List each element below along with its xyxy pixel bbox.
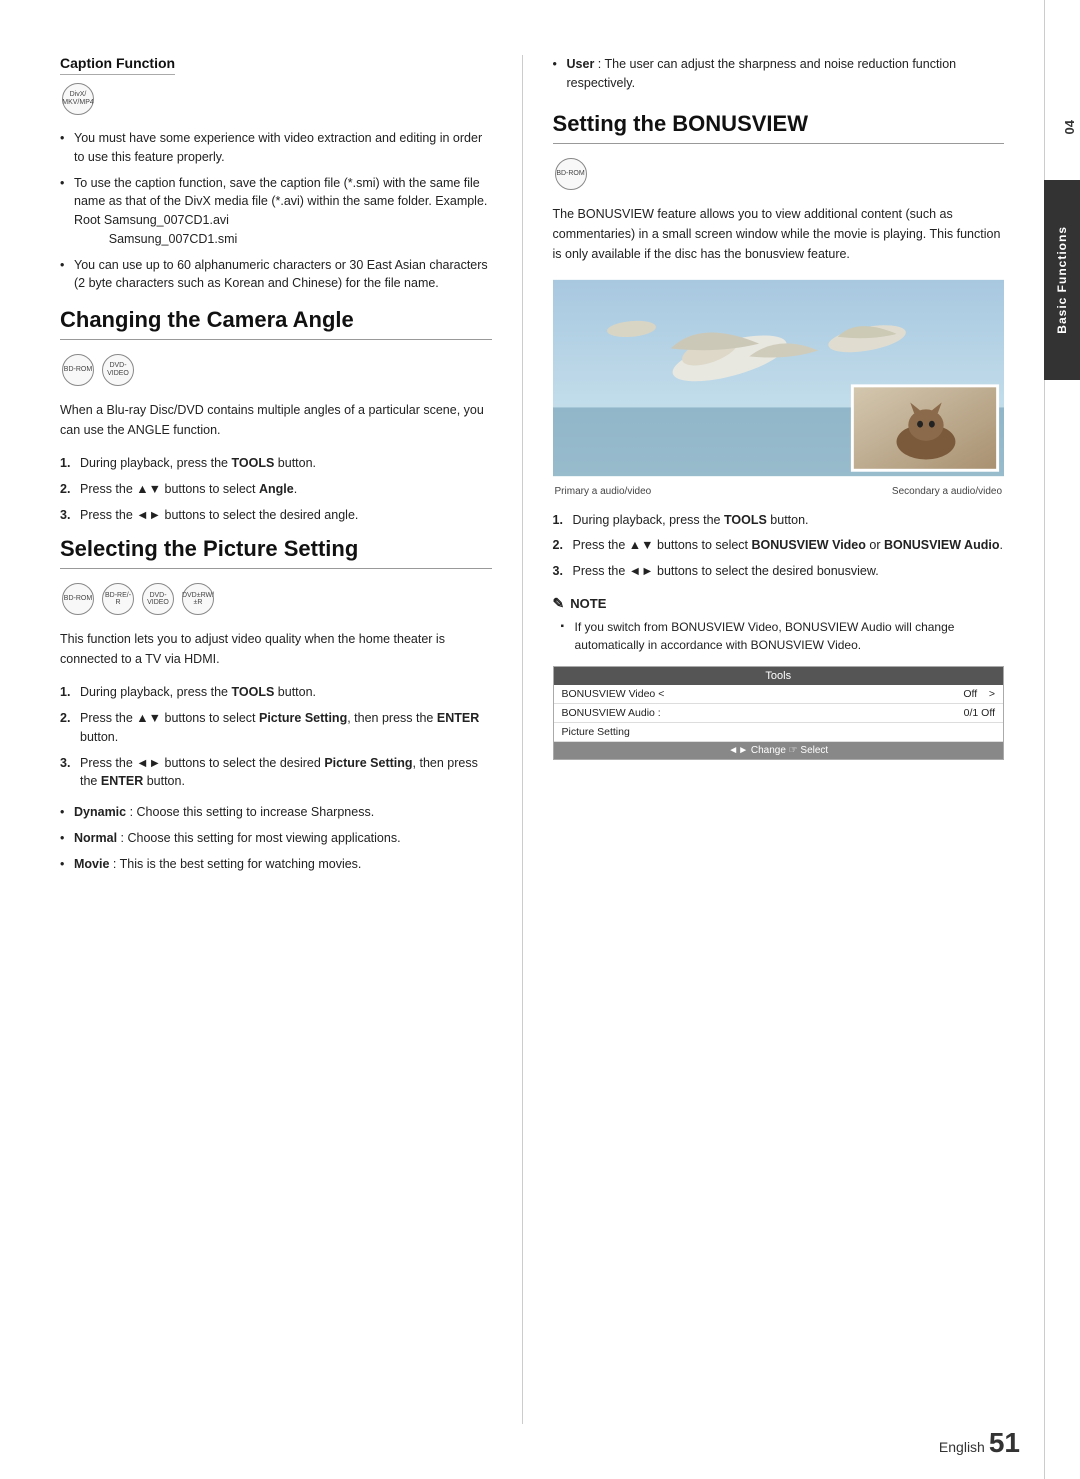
bonusview-svg: [553, 278, 1004, 478]
bonusview-step-3: 3.Press the ◄► buttons to select the des…: [553, 562, 1004, 581]
dvd-rw-icon: DVD±RW/±R: [182, 583, 214, 615]
caption-bullet-list: You must have some experience with video…: [60, 129, 492, 293]
tools-table: Tools BONUSVIEW Video < Off > BONUSVIEW …: [553, 666, 1004, 760]
side-tab: 04 Basic Functions: [1044, 0, 1080, 1479]
bonusview-caption-row: Primary a audio/video Secondary a audio/…: [553, 486, 1004, 497]
tools-table-header: Tools: [554, 667, 1003, 685]
caption-title: Caption Function: [60, 55, 175, 75]
tools-row-2: BONUSVIEW Audio : 0/1 Off: [554, 704, 1003, 723]
camera-angle-step-1: 1.During playback, press the TOOLS butto…: [60, 454, 492, 473]
page-footer: English51: [939, 1427, 1020, 1459]
secondary-caption: Secondary a audio/video: [892, 486, 1002, 497]
caption-bullet-2: To use the caption function, save the ca…: [60, 174, 492, 249]
bonusview-steps: 1.During playback, press the TOOLS butto…: [553, 511, 1004, 581]
caption-section: Caption Function DivX/MKV/MP4 You must h…: [60, 55, 492, 293]
dvd-video-icon-1: DVD-VIDEO: [102, 354, 134, 386]
tools-row-1-left: BONUSVIEW Video <: [562, 688, 665, 700]
right-column: User : The user can adjust the sharpness…: [523, 0, 1044, 1479]
note-item-1: If you switch from BONUSVIEW Video, BONU…: [561, 618, 1004, 654]
tools-row-3: Picture Setting: [554, 723, 1003, 742]
camera-angle-step-3: 3.Press the ◄► buttons to select the des…: [60, 506, 492, 525]
primary-caption: Primary a audio/video: [555, 486, 652, 497]
camera-angle-section: Changing the Camera Angle BD-ROM DVD-VID…: [60, 307, 492, 524]
picture-sub-user: User : The user can adjust the sharpness…: [553, 55, 1004, 93]
bdre-icon: BD-RE/-R: [102, 583, 134, 615]
camera-angle-body: When a Blu-ray Disc/DVD contains multipl…: [60, 400, 492, 440]
page-number: 51: [989, 1427, 1020, 1458]
tools-row-1-right: Off >: [963, 688, 995, 700]
bonusview-step-2: 2.Press the ▲▼ buttons to select BONUSVI…: [553, 536, 1004, 555]
tools-row-3-left: Picture Setting: [562, 726, 630, 738]
caption-bullet-3: You can use up to 60 alphanumeric charac…: [60, 256, 492, 294]
note-list: If you switch from BONUSVIEW Video, BONU…: [561, 618, 1004, 654]
tools-row-1: BONUSVIEW Video < Off >: [554, 685, 1003, 704]
dvd-video-icon-2: DVD-VIDEO: [142, 583, 174, 615]
picture-setting-title: Selecting the Picture Setting: [60, 536, 492, 569]
divx-icon: DivX/MKV/MP4: [62, 83, 94, 115]
picture-setting-steps: 1.During playback, press the TOOLS butto…: [60, 683, 492, 791]
bonusview-section: Setting the BONUSVIEW BD-ROM The BONUSVI…: [553, 111, 1004, 760]
content-area: Caption Function DivX/MKV/MP4 You must h…: [0, 0, 1044, 1479]
chapter-label-tab: Basic Functions: [1044, 180, 1080, 380]
picture-step-2: 2.Press the ▲▼ buttons to select Picture…: [60, 709, 492, 747]
language-label: English: [939, 1439, 985, 1455]
picture-setting-section: Selecting the Picture Setting BD-ROM BD-…: [60, 536, 492, 873]
note-label: NOTE: [570, 596, 606, 611]
camera-angle-steps: 1.During playback, press the TOOLS butto…: [60, 454, 492, 524]
bonusview-title: Setting the BONUSVIEW: [553, 111, 1004, 144]
bonusview-body: The BONUSVIEW feature allows you to view…: [553, 204, 1004, 264]
user-bullet: User : The user can adjust the sharpness…: [553, 55, 1004, 93]
bdrom-icon-2: BD-ROM: [62, 583, 94, 615]
picture-step-1: 1.During playback, press the TOOLS butto…: [60, 683, 492, 702]
bdrom-icon-bonusview: BD-ROM: [555, 158, 587, 190]
picture-setting-subbullets: Dynamic : Choose this setting to increas…: [60, 803, 492, 873]
caption-icon-row: DivX/MKV/MP4: [60, 83, 492, 115]
chapter-label-text: Basic Functions: [1055, 226, 1069, 334]
picture-setting-body: This function lets you to adjust video q…: [60, 629, 492, 669]
bdrom-icon-1: BD-ROM: [62, 354, 94, 386]
bonusview-image: [553, 278, 1004, 478]
tools-row-2-left: BONUSVIEW Audio :: [562, 707, 661, 719]
picture-sub-normal: Normal : Choose this setting for most vi…: [60, 829, 492, 848]
picture-sub-dynamic: Dynamic : Choose this setting to increas…: [60, 803, 492, 822]
note-pencil-icon: ✎: [553, 595, 565, 612]
picture-step-3: 3.Press the ◄► buttons to select the des…: [60, 754, 492, 792]
note-header: ✎ NOTE: [553, 595, 1004, 612]
chapter-number: 04: [1062, 120, 1077, 134]
caption-bullet-1: You must have some experience with video…: [60, 129, 492, 167]
left-column: Caption Function DivX/MKV/MP4 You must h…: [0, 0, 522, 1479]
tools-table-footer: ◄► Change ☞ Select: [554, 742, 1003, 759]
picture-sub-movie: Movie : This is the best setting for wat…: [60, 855, 492, 874]
camera-angle-icon-row: BD-ROM DVD-VIDEO: [60, 354, 492, 386]
note-section: ✎ NOTE If you switch from BONUSVIEW Vide…: [553, 595, 1004, 654]
camera-angle-title: Changing the Camera Angle: [60, 307, 492, 340]
bonusview-icon-row: BD-ROM: [553, 158, 1004, 190]
tools-row-2-right: 0/1 Off: [964, 707, 995, 719]
bonusview-step-1: 1.During playback, press the TOOLS butto…: [553, 511, 1004, 530]
camera-angle-step-2: 2.Press the ▲▼ buttons to select Angle.: [60, 480, 492, 499]
picture-setting-icon-row: BD-ROM BD-RE/-R DVD-VIDEO DVD±RW/±R: [60, 583, 492, 615]
